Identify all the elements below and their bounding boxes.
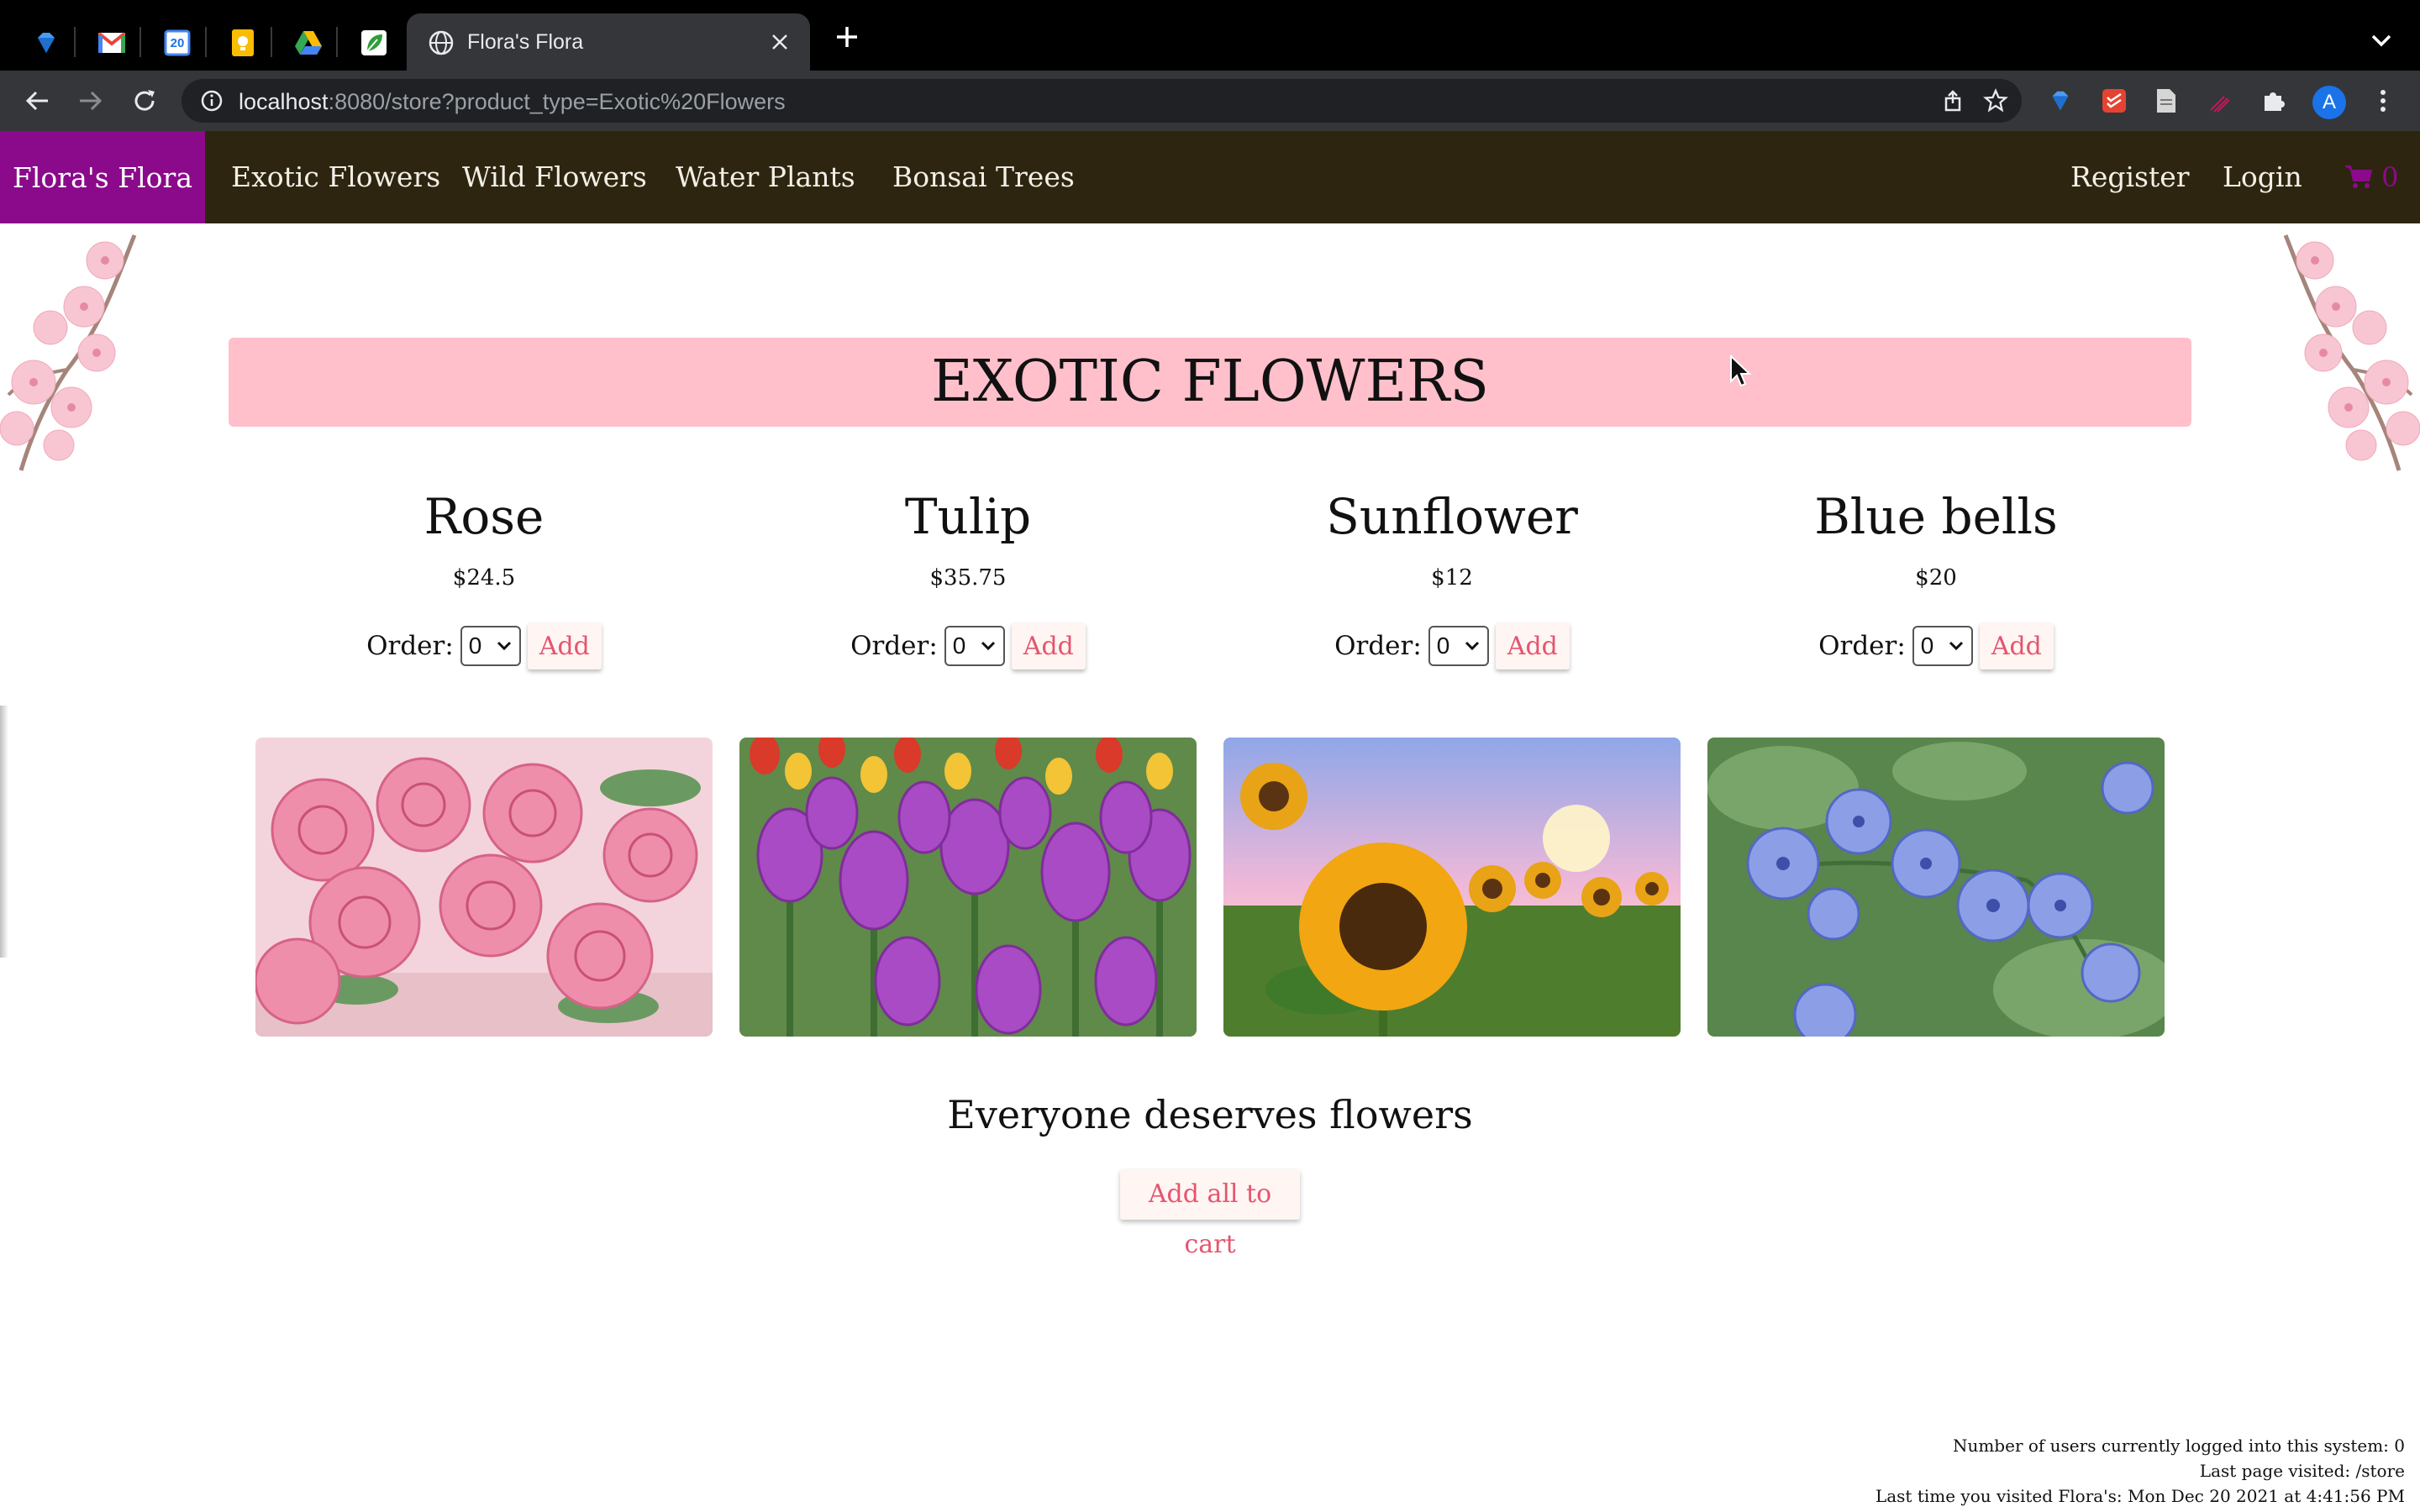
quantity-value: 0 [1920,633,1934,659]
quantity-value: 0 [952,633,966,659]
page-heading: EXOTIC FLOWERS [229,338,2191,427]
order-row: Order: 0 Add [1701,622,2171,669]
nav-bonsai-trees[interactable]: Bonsai Trees [892,131,1075,223]
chevron-down-icon [497,641,511,651]
product-name: Blue bells [1814,488,2058,545]
browser-toolbar: localhost:8080/store?product_type=Exotic… [0,71,2420,131]
active-tab-title: Flora's Flora [467,30,584,54]
product-price: $20 [1915,565,1957,591]
register-link[interactable]: Register [2070,131,2190,223]
add-to-cart-button[interactable]: Add [1979,622,2054,669]
profile-avatar[interactable]: A [2312,86,2346,119]
sunflower-photo[interactable] [1223,738,1681,1037]
active-tab[interactable]: Flora's Flora [407,13,810,71]
quantity-select[interactable]: 0 [944,626,1005,666]
todoist-extension-icon[interactable] [2097,84,2131,118]
shopping-cart-icon [2345,165,2373,188]
order-row: Order: 0 Add [1217,622,1687,669]
share-icon[interactable] [1941,89,1965,116]
new-tab-plus-icon[interactable] [829,18,865,55]
bookmark-star-icon[interactable] [1983,88,2008,117]
striped-extension-icon[interactable] [2203,84,2237,118]
login-link[interactable]: Login [2223,131,2302,223]
last-visit-time-text: Last time you visited Flora's: Mon Dec 2… [1875,1486,2405,1506]
product-name: Sunflower [1326,488,1578,545]
site-navbar: Flora's Flora Exotic Flowers Wild Flower… [0,131,2420,223]
globe-icon [429,30,454,59]
tab-separator [139,27,141,57]
add-all-to-cart-button[interactable]: Add all to cart [1120,1169,1300,1259]
chevron-down-icon [1949,641,1963,651]
browser-tab-bar: 20 Flora's Flora [0,0,2420,71]
back-arrow-icon[interactable] [17,81,57,121]
kebab-menu-icon[interactable] [2366,84,2400,118]
gmail-icon[interactable] [91,22,133,64]
brand-link[interactable]: Flora's Flora [0,131,205,223]
product-price: $12 [1431,565,1473,591]
product-card-sunflower: Sunflower $12 Order: 0 Add [1217,483,1687,669]
cherry-blossom-left-decoration [0,234,137,471]
order-label: Order: [1818,631,1906,661]
quantity-value: 0 [468,633,482,659]
puzzle-extensions-icon[interactable] [2257,84,2291,118]
nav-wild-flowers[interactable]: Wild Flowers [462,131,647,223]
add-to-cart-button[interactable]: Add [527,622,602,669]
quantity-value: 0 [1436,633,1450,659]
info-icon[interactable] [200,89,224,116]
order-label: Order: [366,631,454,661]
add-to-cart-button[interactable]: Add [1011,622,1086,669]
gem-extension-icon[interactable] [2044,84,2077,118]
order-label: Order: [1334,631,1422,661]
reload-icon[interactable] [124,81,165,121]
tab-separator [74,27,76,57]
tab-separator [271,27,272,57]
address-bar[interactable]: localhost:8080/store?product_type=Exotic… [182,79,2022,123]
quantity-select[interactable]: 0 [460,626,521,666]
gem-icon[interactable] [25,22,67,64]
tulip-photo[interactable] [739,738,1197,1037]
order-row: Order: 0 Add [733,622,1203,669]
quantity-select[interactable]: 0 [1912,626,1973,666]
product-card-rose: Rose $24.5 Order: 0 Add [249,483,719,669]
product-card-tulip: Tulip $35.75 Order: 0 Add [733,483,1203,669]
cart-count: 0 [2381,161,2399,193]
left-edge-shadow [0,706,8,958]
forward-arrow-icon[interactable] [71,81,111,121]
close-tab-icon[interactable] [770,32,790,55]
url-text: localhost:8080/store?product_type=Exotic… [239,89,786,114]
tagline: Everyone deserves flowers [947,1092,1473,1137]
nav-exotic-flowers[interactable]: Exotic Flowers [231,131,440,223]
last-page-visited-text: Last page visited: /store [2199,1461,2405,1481]
footer-info: Number of users currently logged into th… [1876,1433,2405,1509]
product-price: $24.5 [452,565,516,591]
product-name: Rose [424,488,544,545]
logged-in-users-text: Number of users currently logged into th… [1952,1436,2405,1456]
cherry-blossom-right-decoration [2283,234,2420,471]
add-to-cart-button[interactable]: Add [1495,622,1570,669]
blue-bells-photo[interactable] [1707,738,2165,1037]
cart-link[interactable]: 0 [2344,131,2399,223]
nav-water-plants[interactable]: Water Plants [676,131,855,223]
product-card-blue-bells: Blue bells $20 Order: 0 Add [1701,483,2171,669]
tab-separator [336,27,338,57]
quantity-select[interactable]: 0 [1428,626,1489,666]
chevron-down-icon[interactable] [2366,25,2396,55]
keep-icon[interactable] [222,22,264,64]
product-name: Tulip [904,488,1032,545]
mouse-cursor-icon [1730,354,1752,387]
calendar-icon[interactable]: 20 [156,22,198,64]
product-price: $35.75 [929,565,1007,591]
leaf-icon[interactable] [353,22,395,64]
document-extension-icon[interactable] [2149,84,2183,118]
order-label: Order: [850,631,938,661]
drive-icon[interactable] [287,22,329,64]
calendar-day-text: 20 [170,35,185,50]
rose-photo[interactable] [255,738,713,1037]
chevron-down-icon [981,641,995,651]
tab-separator [205,27,207,57]
chevron-down-icon [1465,641,1479,651]
order-row: Order: 0 Add [249,622,719,669]
